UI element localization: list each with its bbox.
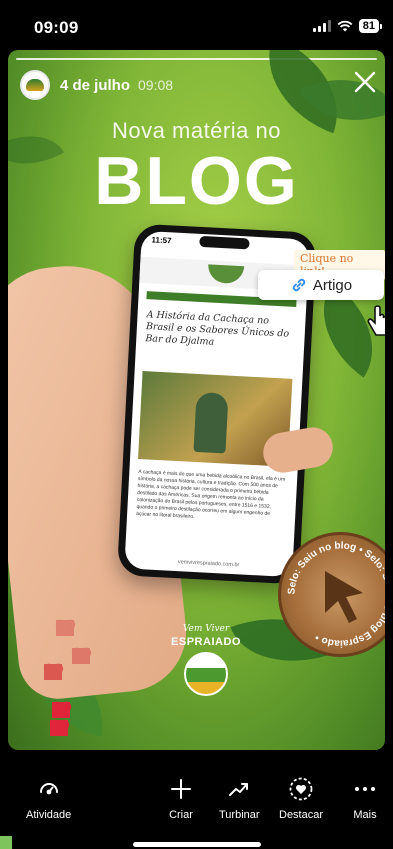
headline-title: BLOG [94,143,299,219]
logo-script-text: Vem Viver [182,624,230,634]
heart-icon [44,664,62,680]
link-sticker-label: Artigo [312,276,353,294]
nav-more-label: Mais [353,809,377,821]
nav-boost[interactable]: Turbinar [219,776,260,821]
story-viewer[interactable]: 4 de julho 09:08 Nova matéria no BLOG 11… [8,50,385,750]
nav-activity[interactable]: Atividade [26,776,71,821]
article-text: A cachaça é mais do que uma bebida alcoó… [135,468,286,520]
plus-icon [168,776,194,802]
heart-icon [50,720,68,736]
close-icon[interactable] [351,68,379,96]
signal-icon [312,20,331,32]
battery-indicator: 81 [358,19,383,33]
highlight-heart-icon [288,776,314,802]
article-title: A História da Cachaça no Brasil e os Sab… [145,309,290,348]
avatar[interactable] [20,70,50,100]
phone-status-time: 11:57 [151,235,172,246]
story-time: 09:08 [138,77,174,93]
nav-highlight[interactable]: Destacar [279,776,323,821]
blog-seal-stamp: Selo: Saiu no blog • Selo: Saiu no blog … [278,532,385,657]
story-header: 4 de julho 09:08 [20,70,173,100]
cursor-arrow-icon [325,571,363,623]
headline-subtitle: Nova matéria no [112,118,281,143]
espraiado-logo: Vem Viver ESPRAIADO [166,622,246,702]
phone-url: vemvivrespraiado.com.br [177,559,240,569]
phone-notch [199,235,250,250]
activity-icon [36,776,62,802]
status-icons: 81 [312,19,383,33]
home-indicator[interactable] [133,842,261,847]
nav-boost-label: Turbinar [219,809,260,821]
hand-cursor-icon [367,305,385,336]
nav-create-label: Criar [169,809,193,821]
status-time: 09:09 [34,18,79,37]
corner-decoration [0,836,12,849]
logo-emblem [184,652,228,696]
heart-icon [56,620,74,636]
nav-create[interactable]: Criar [168,776,194,821]
nav-highlight-label: Destacar [279,809,324,821]
more-dots-icon [352,776,378,802]
story-progress-bar [16,58,377,60]
trending-icon [226,776,252,802]
link-icon [292,278,306,292]
story-action-bar: Atividade Criar Turbinar Destacar Mais [0,750,393,849]
heart-icon [72,648,90,664]
status-bar: 09:09 81 [0,0,393,50]
logo-name-text: ESPRAIADO [171,636,241,648]
wifi-icon [337,20,353,32]
story-date: 4 de julho [60,76,131,94]
nav-more[interactable]: Mais [352,776,378,821]
nav-activity-label: Atividade [26,809,72,821]
heart-icon [52,702,70,718]
link-sticker-button[interactable]: Artigo [258,270,384,300]
